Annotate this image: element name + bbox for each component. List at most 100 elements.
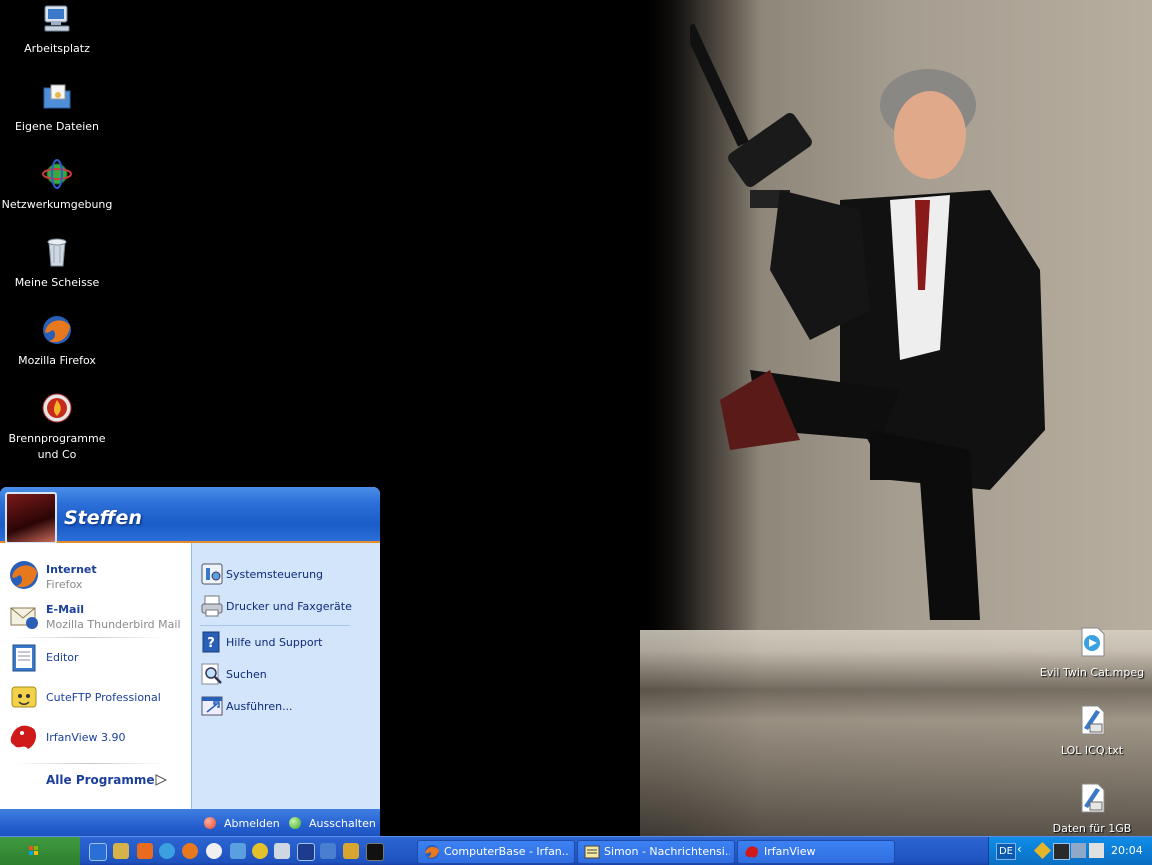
desktop-icon-netzwerkumgebung[interactable]: Netzwerkumgebung xyxy=(1,158,113,213)
start-item-systemsteuerung[interactable]: Systemsteuerung xyxy=(200,562,378,590)
help-icon: ? xyxy=(202,631,220,653)
start-menu-left-pane: Internet Firefox E-Mail Mozilla Thunderb… xyxy=(0,543,190,809)
start-item-subtitle: Firefox xyxy=(46,578,83,591)
run-icon xyxy=(201,696,223,716)
ql-ie-icon[interactable] xyxy=(89,843,107,861)
start-menu-footer: Abmelden Ausschalten xyxy=(0,809,380,837)
power-icon xyxy=(289,817,301,829)
start-item-title: Systemsteuerung xyxy=(226,568,324,581)
recycle-bin-icon xyxy=(47,238,67,267)
start-item-editor[interactable]: Editor xyxy=(8,641,186,675)
logoff-button[interactable]: Abmelden xyxy=(204,815,284,831)
taskbar-clock[interactable]: 20:04 xyxy=(1111,844,1143,857)
ql-ie-globe-icon[interactable] xyxy=(159,843,175,859)
desktop-icon-evil-twin-cat[interactable]: Evil Twin Cat.mpeg xyxy=(1036,626,1148,681)
start-item-cuteftp[interactable]: CuteFTP Professional xyxy=(8,681,186,715)
start-item-title: IrfanView 3.90 xyxy=(46,731,126,744)
start-item-irfanview[interactable]: IrfanView 3.90 xyxy=(8,721,186,755)
arrow-right-icon xyxy=(155,774,168,786)
ql-star-icon[interactable] xyxy=(366,843,384,861)
chevron-left-icon[interactable]: ‹ xyxy=(1017,842,1022,856)
task-button-computerbase[interactable]: ComputerBase - Irfan... xyxy=(417,840,575,864)
my-computer-icon xyxy=(44,5,70,32)
desktop-icon-label: Meine Scheisse xyxy=(14,276,100,289)
desktop-icon-brennprogramme[interactable]: Brennprogramme und Co xyxy=(1,392,113,463)
start-button[interactable] xyxy=(0,837,80,865)
ql-app3-icon[interactable] xyxy=(320,843,336,859)
control-panel-icon xyxy=(201,563,223,585)
ql-explorer-icon[interactable] xyxy=(113,843,129,859)
user-name: Steffen xyxy=(64,507,142,529)
start-item-title: Editor xyxy=(46,651,79,664)
task-button-simon[interactable]: Simon - Nachrichtensi... xyxy=(577,840,735,864)
desktop-icon-lol-icq[interactable]: LOL ICQ.txt xyxy=(1036,704,1148,759)
start-item-ausfuehren[interactable]: Ausführen... xyxy=(200,694,378,722)
task-button-label: IrfanView xyxy=(764,845,816,858)
mail-icon xyxy=(10,607,38,629)
desktop-icon-label: LOL ICQ.txt xyxy=(1060,744,1124,757)
language-indicator[interactable]: DE xyxy=(996,843,1016,860)
start-menu: Steffen Internet Firefox E-Mail Mozilla … xyxy=(0,487,380,837)
firefox-icon xyxy=(43,316,71,344)
notepad-icon xyxy=(12,644,36,672)
desktop-icon-eigene-dateien[interactable]: Eigene Dateien xyxy=(1,80,113,135)
svg-text:?: ? xyxy=(207,636,215,651)
task-button-label: Simon - Nachrichtensi... xyxy=(604,845,730,858)
media-file-icon xyxy=(1081,627,1105,657)
network-icon xyxy=(42,159,72,189)
my-documents-icon xyxy=(43,84,71,109)
start-menu-right-pane: Systemsteuerung Drucker und Faxgeräte ? … xyxy=(191,543,380,809)
logoff-label: Abmelden xyxy=(224,817,280,830)
desktop-icon-label: Netzwerkumgebung xyxy=(1,198,113,211)
desktop-icon-label: Arbeitsplatz xyxy=(24,42,90,55)
desktop-icon-label: Evil Twin Cat.mpeg xyxy=(1039,666,1145,679)
desktop-icon-mozilla-firefox[interactable]: Mozilla Firefox xyxy=(1,314,113,369)
tray-app-icon[interactable] xyxy=(1053,843,1070,860)
ql-folder-icon[interactable] xyxy=(274,843,290,859)
task-button-irfanview[interactable]: IrfanView xyxy=(737,840,895,864)
start-item-subtitle: Mozilla Thunderbird Mail xyxy=(46,618,181,631)
printer-icon xyxy=(201,595,223,617)
start-menu-header: Steffen xyxy=(0,487,380,544)
tray-pencil-icon[interactable] xyxy=(1034,842,1051,859)
ql-app-icon[interactable] xyxy=(137,843,153,859)
all-programs-button[interactable]: Alle Programme xyxy=(46,773,155,787)
shutdown-label: Ausschalten xyxy=(309,817,376,830)
user-avatar[interactable] xyxy=(5,492,57,544)
ql-app2-icon[interactable] xyxy=(230,843,246,859)
shutdown-button[interactable]: Ausschalten xyxy=(289,815,377,831)
ql-firefox-icon[interactable] xyxy=(182,843,198,859)
start-item-email[interactable]: E-Mail Mozilla Thunderbird Mail xyxy=(8,599,186,633)
start-item-title: Drucker und Faxgeräte xyxy=(226,600,352,613)
tray-network-icon[interactable] xyxy=(1071,843,1086,858)
irfanview-icon xyxy=(745,846,758,858)
start-item-suchen[interactable]: Suchen xyxy=(200,662,378,690)
desktop-icon-arbeitsplatz[interactable]: Arbeitsplatz xyxy=(1,2,113,57)
start-item-title: Hilfe und Support xyxy=(226,636,323,649)
windows-logo-icon xyxy=(29,846,38,855)
ql-icq-icon[interactable] xyxy=(206,843,222,859)
start-item-title: Internet xyxy=(46,563,97,576)
search-icon xyxy=(201,663,222,685)
text-file-icon xyxy=(1081,705,1105,735)
desktop-icon-label: Daten für 1GB xyxy=(1052,822,1132,835)
ql-font-icon[interactable] xyxy=(297,843,315,861)
start-item-drucker[interactable]: Drucker und Faxgeräte xyxy=(200,594,378,622)
burn-icon xyxy=(42,393,72,423)
text-file-icon xyxy=(1081,783,1105,813)
start-item-hilfe[interactable]: ? Hilfe und Support xyxy=(200,630,378,658)
irfanview-icon xyxy=(10,725,37,749)
start-menu-divider xyxy=(14,637,164,638)
desktop-icon-meine-scheisse[interactable]: Meine Scheisse xyxy=(1,236,113,291)
start-item-title: Suchen xyxy=(226,668,267,681)
ql-winamp-icon[interactable] xyxy=(252,843,268,859)
start-menu-divider xyxy=(200,625,350,626)
wallpaper-figure xyxy=(690,23,1045,620)
firefox-icon xyxy=(10,561,38,589)
ql-app4-icon[interactable] xyxy=(343,843,359,859)
tray-volume-icon[interactable] xyxy=(1089,843,1104,858)
desktop-icon-daten-1gb[interactable]: Daten für 1GB xyxy=(1036,782,1148,837)
start-item-internet[interactable]: Internet Firefox xyxy=(8,559,186,593)
message-icon xyxy=(584,845,600,859)
start-item-title: Ausführen... xyxy=(226,700,293,713)
